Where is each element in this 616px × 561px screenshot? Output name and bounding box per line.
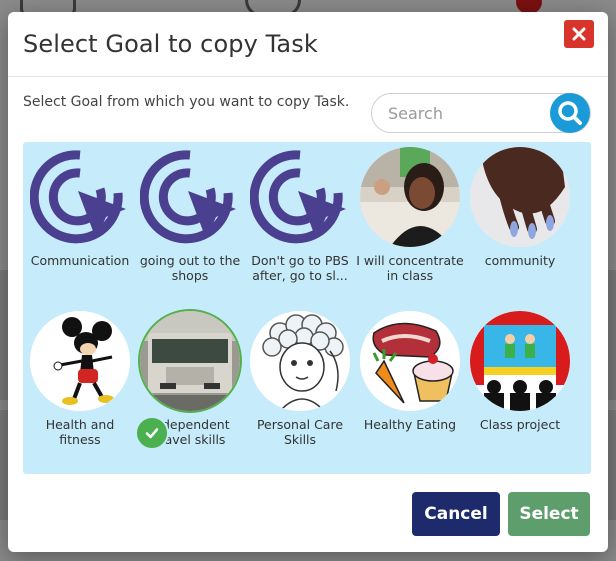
hand-photo-icon	[470, 147, 570, 247]
goal-tile-health[interactable]: Health and fitness	[25, 311, 135, 447]
goal-tile-communication[interactable]: Communication	[25, 147, 135, 268]
goal-tile-class-project[interactable]: Class project	[465, 311, 575, 432]
close-button[interactable]	[564, 20, 594, 48]
goal-label: I will concentrate in class	[356, 253, 464, 283]
dialog-title: Select Goal to copy Task	[23, 30, 318, 58]
copy-task-dialog: Select Goal to copy Task Select Goal fro…	[8, 12, 608, 552]
goal-label: Communication	[30, 253, 130, 268]
search-input[interactable]	[386, 100, 550, 126]
search-box	[371, 93, 591, 133]
goal-image	[360, 147, 460, 247]
dialog-instruction: Select Goal from which you want to copy …	[23, 94, 350, 110]
food-symbol-icon	[360, 311, 460, 411]
goal-image	[470, 311, 570, 411]
shampoo-symbol-icon	[250, 311, 350, 411]
bus-photo-icon	[140, 311, 240, 411]
goal-label: Healthy Eating	[363, 417, 457, 432]
goal-tile-shops[interactable]: going out to the shops	[135, 147, 245, 283]
cursor-icon	[29, 150, 126, 244]
goal-label: Class project	[479, 417, 561, 432]
goal-image	[140, 311, 240, 411]
cursor-icon	[249, 150, 346, 244]
goal-image	[139, 147, 240, 247]
cursor-icon	[139, 150, 236, 244]
goal-label: going out to the shops	[139, 253, 241, 283]
cancel-button[interactable]: Cancel	[412, 492, 500, 536]
goal-image	[250, 311, 350, 411]
search-button[interactable]	[550, 93, 590, 133]
goal-label: Don't go to PBS after, go to sl...	[251, 253, 349, 283]
goal-label: Health and fitness	[45, 417, 115, 447]
goal-image	[470, 147, 570, 247]
goal-tile-travel[interactable]: Independent travel skills	[135, 311, 245, 450]
selected-check-icon	[135, 416, 169, 450]
stage-symbol-icon	[470, 311, 570, 411]
goal-tile-pbs[interactable]: Don't go to PBS after, go to sl...	[245, 147, 355, 283]
goal-label: Personal Care Skills	[256, 417, 344, 447]
goal-label: community	[484, 253, 556, 268]
goal-image	[360, 311, 460, 411]
goal-tile-personal-care[interactable]: Personal Care Skills	[245, 311, 355, 447]
student-photo-icon	[360, 147, 460, 247]
goal-image	[249, 147, 350, 247]
goal-tile-healthy-eating[interactable]: Healthy Eating	[355, 311, 465, 432]
search-icon	[558, 101, 582, 125]
goal-tile-concentrate[interactable]: I will concentrate in class	[355, 147, 465, 283]
cartoon-mouse-icon	[30, 311, 130, 411]
goal-grid: Communication going out to the shops Don…	[23, 142, 591, 474]
close-icon	[572, 27, 586, 41]
goal-tile-community[interactable]: community	[465, 147, 575, 268]
select-button[interactable]: Select	[508, 492, 590, 536]
goal-image	[29, 147, 130, 247]
dialog-header: Select Goal to copy Task	[8, 12, 608, 77]
goal-image	[30, 311, 130, 411]
